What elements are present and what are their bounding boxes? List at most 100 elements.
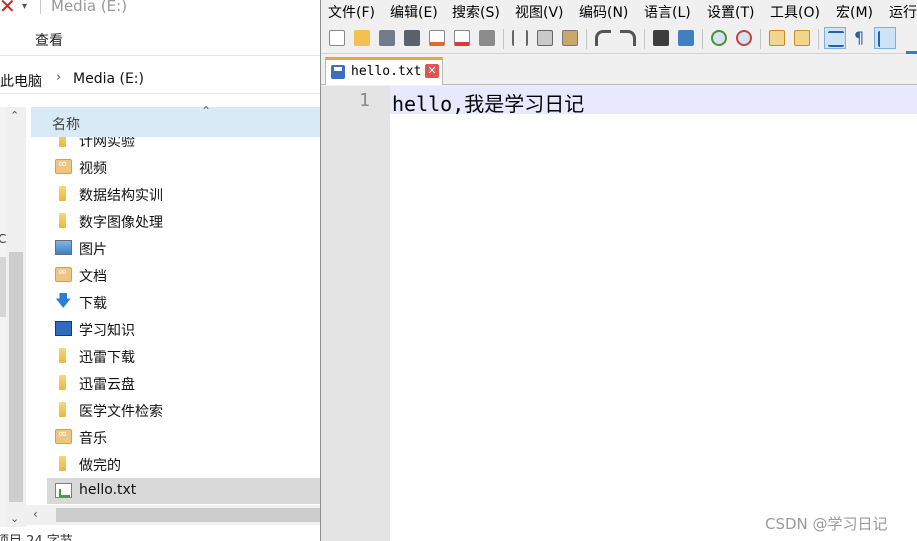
chevron-right-icon[interactable]: › — [56, 70, 61, 85]
copy-icon[interactable] — [534, 27, 556, 49]
tab-label: hello.txt — [351, 64, 422, 79]
list-item[interactable]: 音乐 — [47, 424, 320, 450]
menu-file[interactable]: 文件(F) — [328, 2, 375, 22]
menu-search[interactable]: 搜索(S) — [452, 2, 500, 22]
menu-language[interactable]: 语言(L) — [644, 2, 691, 22]
zoom-in-icon[interactable] — [708, 27, 730, 49]
list-item[interactable]: 图片 — [47, 235, 320, 261]
list-item[interactable]: 做完的 — [47, 451, 320, 477]
column-header-label: 名称 — [52, 117, 80, 133]
close-tab-icon[interactable]: ✕ — [425, 64, 439, 78]
documents-icon — [55, 265, 72, 282]
downloads-icon — [55, 290, 72, 317]
menu-run[interactable]: 运行 — [889, 2, 917, 22]
list-item[interactable]: 视频 — [47, 154, 320, 180]
list-item[interactable]: 迅雷下载 — [47, 343, 320, 369]
line-text[interactable]: hello,我是学习日记 — [392, 88, 584, 117]
toolbar-separator — [760, 29, 761, 49]
text-file-icon — [55, 483, 72, 498]
breadcrumb-media-drive[interactable]: Media (E:) — [73, 71, 144, 87]
tab-hello-txt[interactable]: hello.txt ✕ — [325, 57, 443, 85]
list-item-name: 数据结构实训 — [79, 188, 163, 204]
folder-icon — [59, 213, 66, 228]
indent-guide-icon[interactable] — [874, 27, 896, 49]
close-icon[interactable] — [426, 27, 448, 49]
line-number: 1 — [359, 90, 370, 111]
menu-tools[interactable]: 工具(O) — [770, 2, 820, 22]
scroll-up-icon[interactable]: ⌃ — [10, 109, 19, 122]
toolbar-separator — [702, 29, 703, 49]
list-item-name: 图片 — [79, 242, 107, 258]
close-icon[interactable]: ✕ — [0, 0, 16, 16]
menu-settings[interactable]: 设置(T) — [707, 2, 754, 22]
zoom-out-icon[interactable] — [733, 27, 755, 49]
list-item-name: 做完的 — [79, 458, 121, 474]
pictures-icon — [55, 240, 72, 255]
list-item-name: 数字图像处理 — [79, 215, 163, 231]
notepad-plus-plus-window: 文件(F) 编辑(E) 搜索(S) 视图(V) 编码(N) 语言(L) 设置(T… — [320, 0, 917, 541]
ribbon-tab-view[interactable]: 查看 — [35, 30, 63, 50]
quick-access-dropdown-icon[interactable]: ▾ — [22, 0, 27, 14]
breadcrumb[interactable]: 此电脑 › Media (E:) — [0, 66, 320, 94]
list-item[interactable]: 医学文件检索 — [47, 397, 320, 423]
column-header-name[interactable]: 名称 ⌃ — [31, 104, 320, 137]
toolbar: ¶ — [321, 24, 917, 75]
save-all-icon[interactable] — [401, 27, 423, 49]
list-item[interactable]: 文档 — [47, 262, 320, 288]
print-icon[interactable] — [476, 27, 498, 49]
redo-icon[interactable] — [617, 27, 639, 49]
list-item[interactable]: 数据结构实训 — [47, 181, 320, 207]
open-file-icon[interactable] — [351, 27, 373, 49]
undo-icon[interactable] — [592, 27, 614, 49]
sync-horizontal-icon[interactable] — [791, 27, 813, 49]
list-item-name: 音乐 — [79, 431, 107, 447]
current-line[interactable]: hello,我是学习日记 — [390, 86, 917, 117]
file-list-vertical-scrollbar[interactable]: ⌃ ⌄ — [6, 107, 26, 527]
list-item[interactable]: 学习知识 — [47, 316, 320, 342]
toolbar-separator — [586, 29, 587, 49]
find-icon[interactable] — [650, 27, 672, 49]
status-bar: 项目 24 字节 — [0, 527, 320, 541]
ribbon: 查看 — [0, 26, 320, 56]
new-file-icon[interactable] — [326, 27, 348, 49]
folder-icon — [59, 186, 66, 201]
list-item-name: 下载 — [79, 296, 107, 312]
replace-icon[interactable] — [675, 27, 697, 49]
folder-icon — [59, 375, 66, 390]
menu-edit[interactable]: 编辑(E) — [390, 2, 438, 22]
list-item[interactable]: 迅雷云盘 — [47, 370, 320, 396]
text-editor[interactable]: 1 hello,我是学习日记 — [321, 86, 917, 541]
list-item-selected[interactable]: hello.txt — [47, 478, 320, 504]
file-list-scroll-thumb[interactable] — [9, 252, 23, 502]
menu-view[interactable]: 视图(V) — [515, 2, 564, 22]
list-item-name: 医学文件检索 — [79, 404, 163, 420]
explorer-titlebar: ✕ ▾ Media (E:) — [0, 0, 320, 18]
sort-ascending-icon: ⌃ — [201, 104, 212, 118]
list-item-name: 迅雷云盘 — [79, 377, 135, 393]
list-item[interactable]: 数字图像处理 — [47, 208, 320, 234]
menu-encoding[interactable]: 编码(N) — [579, 2, 628, 22]
titlebar-divider — [40, 0, 41, 14]
list-item[interactable]: 下载 — [47, 289, 320, 317]
cut-icon[interactable] — [509, 27, 531, 49]
list-item-name: 视频 — [79, 161, 107, 177]
list-item-name: 文档 — [79, 269, 107, 285]
breadcrumb-this-pc[interactable]: 此电脑 — [0, 71, 42, 91]
show-all-chars-icon[interactable]: ¶ — [849, 27, 871, 49]
music-icon — [55, 427, 72, 444]
save-icon[interactable] — [376, 27, 398, 49]
sync-vertical-icon[interactable] — [766, 27, 788, 49]
scroll-down-icon[interactable]: ⌄ — [10, 512, 19, 525]
document-tab-bar: hello.txt ✕ — [321, 54, 917, 85]
toolbar-separator — [818, 29, 819, 49]
file-list-horizontal-scrollbar[interactable]: ‹ — [26, 505, 320, 525]
toolbar-separator — [644, 29, 645, 49]
list-item-name: 迅雷下载 — [79, 350, 135, 366]
menu-macro[interactable]: 宏(M) — [836, 2, 873, 22]
folder-icon — [59, 348, 66, 363]
word-wrap-icon[interactable] — [824, 27, 846, 49]
horizontal-scroll-thumb[interactable] — [56, 508, 320, 522]
paste-icon[interactable] — [559, 27, 581, 49]
scroll-left-icon[interactable]: ‹ — [33, 507, 38, 521]
close-all-icon[interactable] — [451, 27, 473, 49]
